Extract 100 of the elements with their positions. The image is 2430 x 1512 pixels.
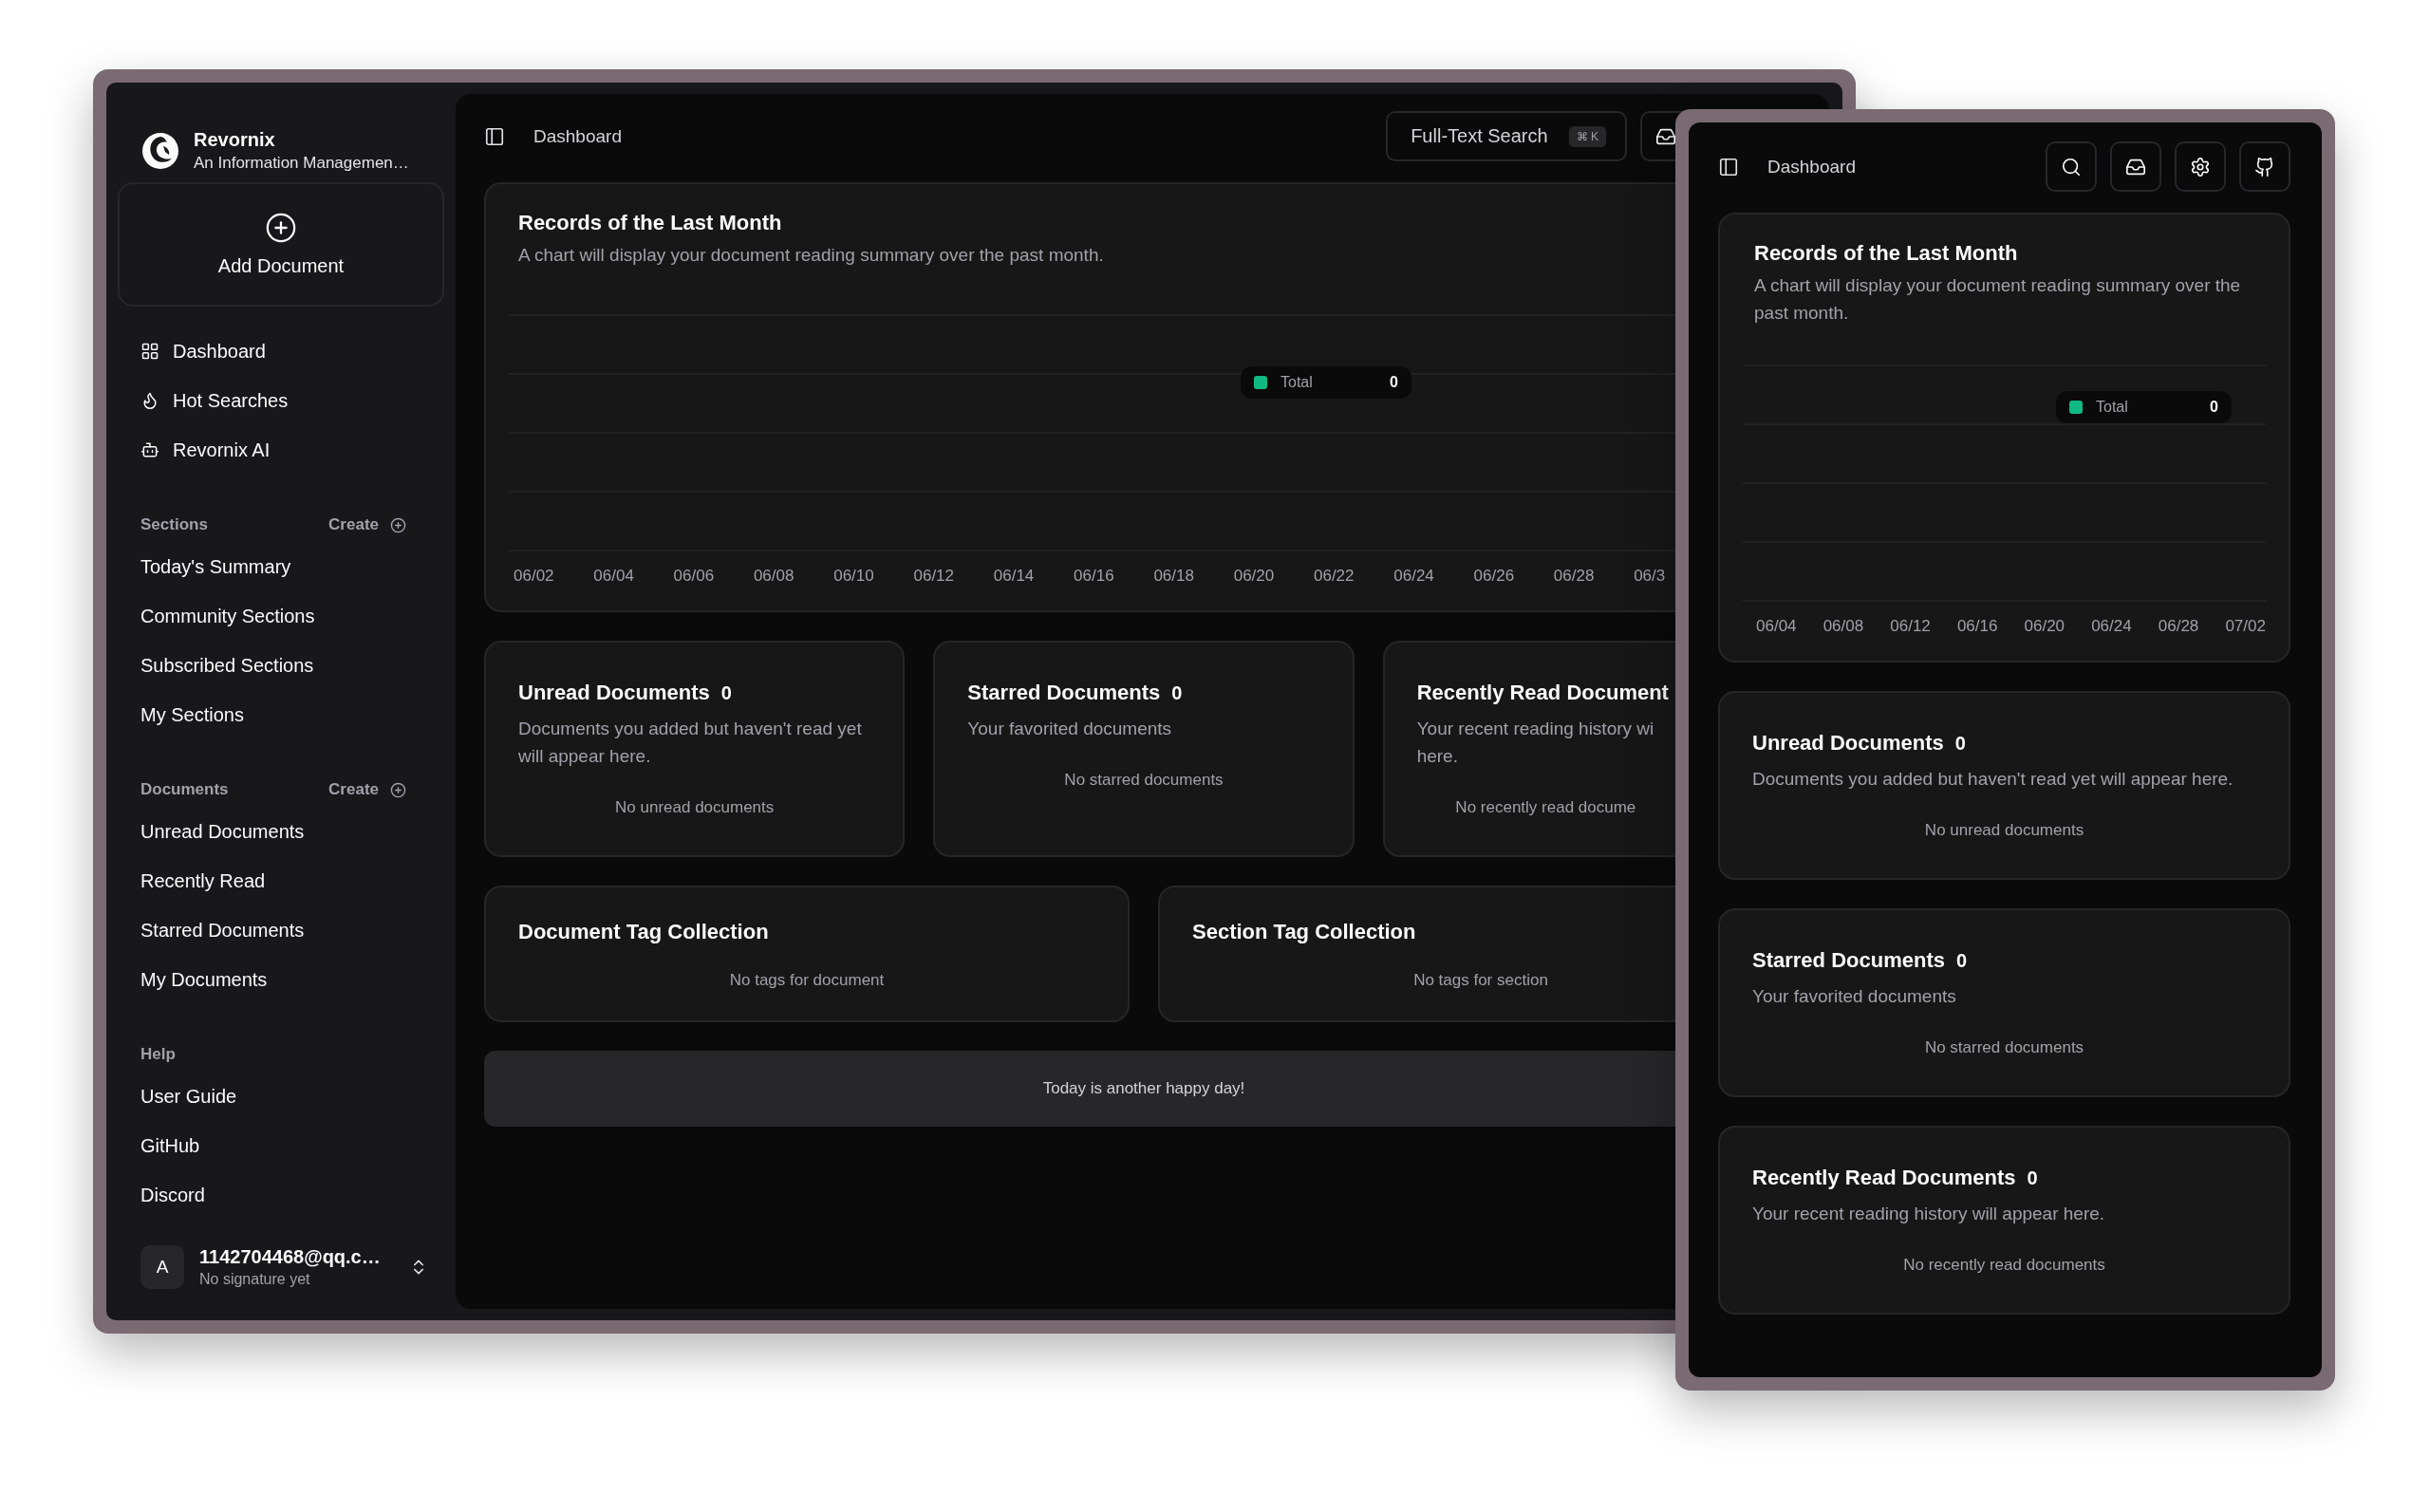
- count-label: 0: [1954, 733, 1966, 755]
- tooltip-label: Total: [2096, 399, 2129, 416]
- axis-label: 06/24: [2091, 617, 2132, 636]
- add-icon: [390, 516, 406, 533]
- add-icon: [265, 212, 297, 244]
- card-description: A chart will display your document reading summary over the past month.: [1754, 274, 2242, 325]
- sidebar-link[interactable]: Starred Documents: [118, 905, 444, 955]
- card-description: A chart will display your document reading summary over the past month.: [518, 244, 1105, 267]
- app-tagline: An Information Managemen…: [194, 153, 409, 173]
- card-description: Documents you added but haven't read yet will appear here.: [1752, 768, 2234, 791]
- empty-message: No starred documents: [1063, 771, 1224, 790]
- add-document-button[interactable]: Add Document: [118, 182, 444, 307]
- sidebar-link[interactable]: Discord: [118, 1170, 444, 1220]
- axis-label: 06/12: [913, 567, 956, 586]
- card-title: Document Tag Collection: [518, 920, 769, 943]
- axis-label: 06/14: [993, 567, 1036, 586]
- card-description: Your recent reading history wi here.: [1416, 718, 1655, 768]
- empty-message: No tags for document: [728, 971, 886, 990]
- count-label: 0: [1955, 950, 1968, 972]
- axis-label: 06/04: [1756, 617, 1797, 636]
- empty-message: No unread documents: [1923, 821, 2085, 840]
- axis-label: 06/3: [1634, 567, 1667, 586]
- nav-item[interactable]: Dashboard: [118, 327, 444, 376]
- card-title: Starred Documents: [1752, 948, 1945, 973]
- empty-message: No recently read docume: [1454, 798, 1637, 817]
- user-email: 1142704468@qq.c…: [199, 1246, 381, 1268]
- axis-label: 06/28: [2158, 617, 2199, 636]
- card-title: Section Tag Collection: [1192, 920, 1416, 943]
- sidebar-link[interactable]: Community Sections: [118, 591, 444, 641]
- axis-label: 06/20: [2024, 617, 2066, 636]
- axis-label: 06/20: [1233, 567, 1276, 586]
- nav-item[interactable]: Revornix AI: [118, 425, 444, 475]
- sidebar-toggle-button[interactable]: [1718, 156, 1739, 177]
- axis-label: 06/24: [1393, 567, 1435, 586]
- card-title: Unread Documents: [518, 681, 710, 705]
- sidebar-link[interactable]: Subscribed Sections: [118, 641, 444, 690]
- settings-icon: [2190, 156, 2211, 177]
- logo-icon: [140, 130, 180, 171]
- user-signature: No signature yet: [199, 1271, 311, 1288]
- count-label: 0: [2027, 1167, 2038, 1189]
- github-icon: [2254, 156, 2275, 177]
- github-button[interactable]: [2239, 141, 2290, 192]
- card-description: Your favorited documents: [1752, 985, 1957, 1008]
- create-button[interactable]: Create: [328, 780, 406, 799]
- axis-label: 06/18: [1153, 567, 1195, 586]
- axis-label: 06/16: [1074, 567, 1115, 586]
- sidebar-link[interactable]: GitHub: [118, 1121, 444, 1170]
- card-title: Records of the Last Month: [1754, 241, 2018, 265]
- nav-item[interactable]: Hot Searches: [118, 376, 444, 425]
- empty-message: No starred documents: [1923, 1038, 2085, 1057]
- create-button[interactable]: Create: [328, 515, 406, 534]
- flame-icon: [140, 391, 159, 410]
- tooltip-value: 0: [1390, 374, 1398, 391]
- card-title: Starred Documents: [967, 681, 1161, 705]
- search-button[interactable]: [2046, 141, 2097, 192]
- card-title: Unread Documents: [1752, 731, 1944, 756]
- user-avatar: A: [140, 1245, 184, 1289]
- page-title: Dashboard: [533, 125, 622, 147]
- group-heading: Help: [140, 1045, 176, 1064]
- sidebar-link[interactable]: User Guide: [118, 1072, 444, 1121]
- search-icon: [2061, 156, 2082, 177]
- card-title: Recently Read Document: [1416, 681, 1669, 705]
- grid-icon: [140, 342, 159, 361]
- empty-message: No recently read documents: [1902, 1256, 2106, 1275]
- empty-message: No tags for section: [1412, 971, 1549, 990]
- axis-label: 06/08: [1822, 617, 1864, 636]
- sidebar-link[interactable]: My Sections: [118, 690, 444, 739]
- sidebar-link[interactable]: Recently Read: [118, 856, 444, 905]
- card-description: Your recent reading history will appear here.: [1752, 1203, 2106, 1225]
- axis-label: 06/10: [833, 567, 875, 586]
- card-title: Records of the Last Month: [518, 211, 782, 234]
- axis-label: 06/28: [1553, 567, 1596, 586]
- sidebar-toggle-button[interactable]: [484, 125, 505, 147]
- card-title: Recently Read Documents: [1752, 1166, 2016, 1190]
- inbox-button[interactable]: [2110, 141, 2161, 192]
- robot-icon: [140, 440, 159, 459]
- search-button[interactable]: Full-Text Search ⌘ K: [1386, 111, 1627, 161]
- count-label: 0: [1171, 682, 1183, 704]
- page-title: Dashboard: [1767, 156, 1856, 177]
- add-icon: [390, 781, 406, 798]
- sidebar-link[interactable]: My Documents: [118, 955, 444, 1004]
- settings-button[interactable]: [2175, 141, 2226, 192]
- sidebar-link[interactable]: Unread Documents: [118, 807, 444, 856]
- card-description: Documents you added but haven't read yet will appear here.: [518, 718, 863, 768]
- axis-label: 06/04: [593, 567, 635, 586]
- axis-label: 06/02: [514, 567, 555, 586]
- group-heading: Documents: [140, 780, 229, 799]
- shortcut-hint: ⌘ K: [1568, 125, 1606, 147]
- axis-label: 06/22: [1313, 567, 1355, 586]
- card-description: Your favorited documents: [967, 718, 1173, 740]
- sidebar-link[interactable]: Today's Summary: [118, 542, 444, 591]
- axis-label: 06/26: [1473, 567, 1516, 586]
- tooltip-value: 0: [2210, 399, 2218, 416]
- axis-label: 06/12: [1890, 617, 1931, 636]
- axis-label: 06/08: [753, 567, 795, 586]
- axis-label: 06/06: [673, 567, 716, 586]
- group-heading: Sections: [140, 515, 208, 534]
- panel-icon: [1718, 156, 1739, 177]
- panel-icon: [484, 125, 505, 147]
- axis-label: 06/16: [1956, 617, 1998, 636]
